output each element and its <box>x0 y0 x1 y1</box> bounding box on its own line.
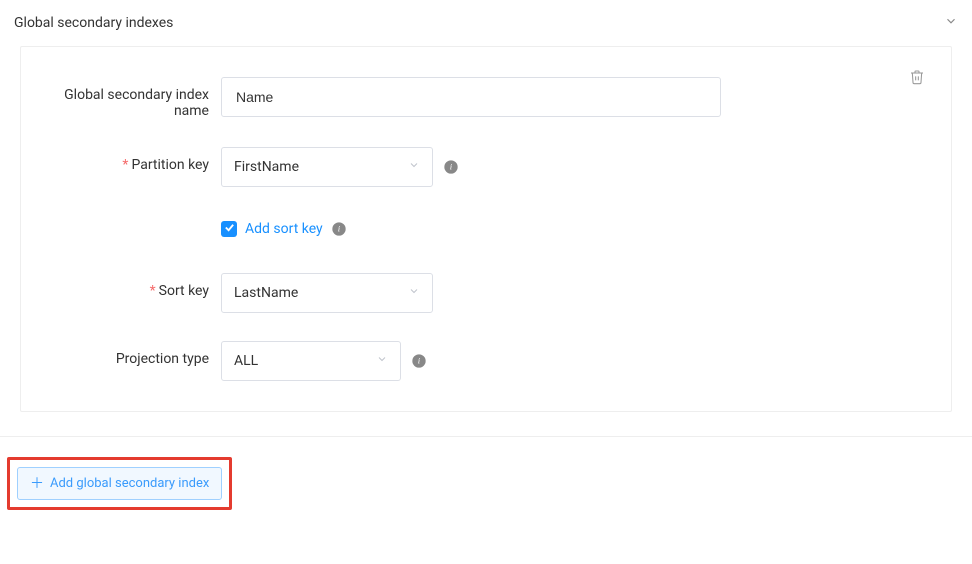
plus-icon: ＋ <box>30 477 44 491</box>
chevron-down-icon <box>944 14 958 32</box>
partition-key-label: *Partition key <box>41 147 221 173</box>
add-global-secondary-index-button[interactable]: ＋ Add global secondary index <box>17 467 222 500</box>
check-icon <box>224 221 235 237</box>
partition-key-select[interactable]: FirstName <box>221 147 433 187</box>
info-icon[interactable]: i <box>331 221 347 237</box>
trash-icon <box>909 69 925 89</box>
delete-index-button[interactable] <box>903 65 931 93</box>
sort-key-value: LastName <box>234 285 298 301</box>
chevron-down-icon <box>408 285 420 301</box>
sort-key-select[interactable]: LastName <box>221 273 433 313</box>
partition-key-value: FirstName <box>234 159 299 175</box>
highlight-annotation: ＋ Add global secondary index <box>7 457 232 510</box>
add-sort-key-label[interactable]: Add sort key <box>245 221 323 237</box>
info-icon[interactable]: i <box>411 353 427 369</box>
section-header[interactable]: Global secondary indexes <box>0 0 972 46</box>
add-sort-key-row: Add sort key i <box>41 215 931 255</box>
projection-type-label: Projection type <box>41 341 221 367</box>
index-name-row: Global secondary index name <box>41 77 931 119</box>
projection-type-row: Projection type ALL i <box>41 341 931 381</box>
partition-key-row: *Partition key FirstName i <box>41 147 931 187</box>
projection-type-value: ALL <box>234 353 258 369</box>
index-name-label: Global secondary index name <box>41 77 221 119</box>
bottom-bar: ＋ Add global secondary index <box>0 436 972 510</box>
sort-key-row: *Sort key LastName <box>41 273 931 313</box>
chevron-down-icon <box>376 353 388 369</box>
info-icon[interactable]: i <box>443 159 459 175</box>
section-title: Global secondary indexes <box>14 15 173 31</box>
index-name-input[interactable] <box>221 77 721 117</box>
sort-key-label: *Sort key <box>41 273 221 299</box>
projection-type-select[interactable]: ALL <box>221 341 401 381</box>
chevron-down-icon <box>408 159 420 175</box>
add-sort-key-checkbox[interactable] <box>221 221 237 237</box>
add-index-button-label: Add global secondary index <box>50 476 209 491</box>
index-form-card: Global secondary index name *Partition k… <box>20 46 952 412</box>
